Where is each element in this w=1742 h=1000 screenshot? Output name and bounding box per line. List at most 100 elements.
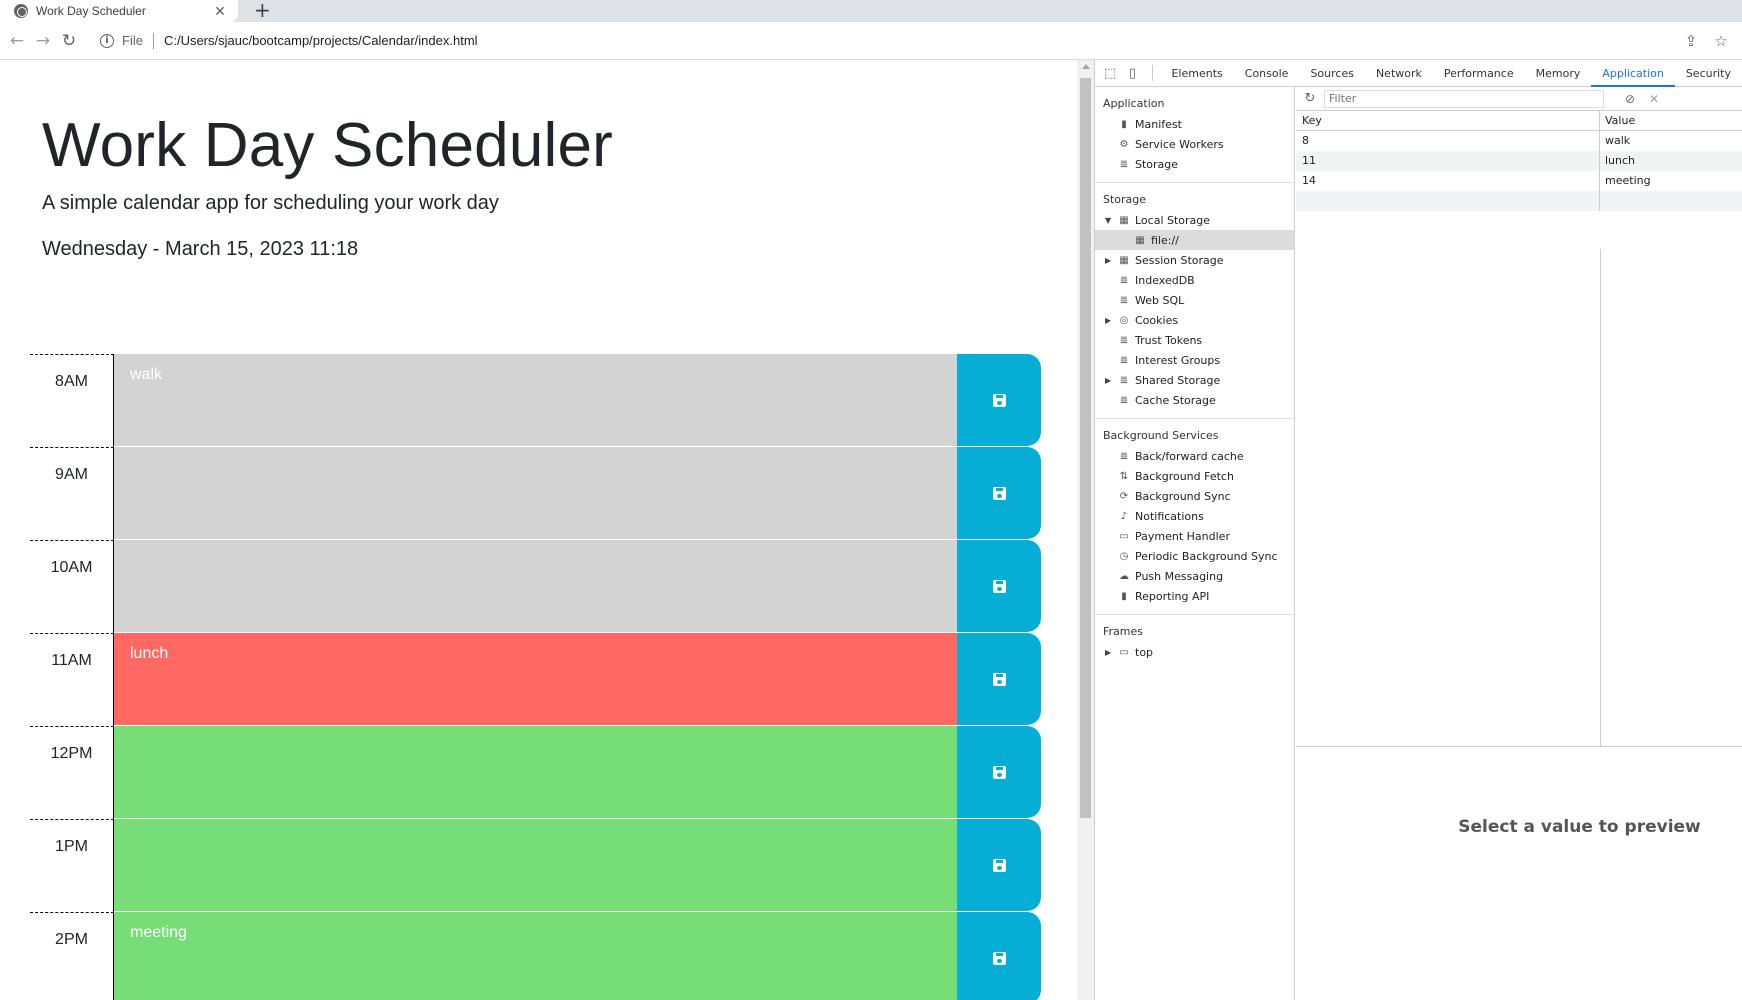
save-button[interactable] [957, 819, 1041, 911]
key-column-header[interactable]: Key [1296, 111, 1600, 130]
event-description[interactable] [114, 726, 957, 819]
scroll-up-icon[interactable] [1082, 64, 1090, 69]
expanded-triangle-icon[interactable]: ▼ [1105, 216, 1115, 225]
save-button[interactable] [957, 540, 1041, 632]
sidebar-item-local-storage[interactable]: ▼ ▦ Local Storage [1095, 210, 1294, 230]
sidebar-item-trust-tokens[interactable]: ≣ Trust Tokens [1095, 330, 1294, 350]
table-row[interactable]: 14 meeting [1296, 171, 1742, 191]
bookmark-star-icon[interactable]: ☆ [1706, 32, 1736, 50]
table-row[interactable]: 11 lunch [1296, 151, 1742, 171]
sidebar-item-shared-storage[interactable]: ▶ ≣ Shared Storage [1095, 370, 1294, 390]
page-title: Work Day Scheduler [42, 111, 614, 180]
event-description[interactable] [114, 447, 957, 540]
address-bar[interactable]: i File C:/Users/sjauc/bootcamp/projects/… [100, 26, 1676, 56]
collapsed-triangle-icon[interactable]: ▶ [1105, 256, 1115, 265]
devtools-tab-application[interactable]: Application [1591, 60, 1675, 87]
reload-icon[interactable]: ↻ [56, 31, 82, 51]
event-description[interactable]: lunch [114, 633, 957, 726]
sidebar-item-background-sync[interactable]: ⟳ Background Sync [1095, 486, 1294, 506]
hour-label: 1PM [30, 819, 114, 912]
clear-all-icon[interactable]: ⊘ [1616, 92, 1644, 106]
url-text[interactable]: C:/Users/sjauc/bootcamp/projects/Calenda… [164, 33, 478, 48]
event-description[interactable]: meeting [114, 912, 957, 1000]
sidebar-item-file-origin[interactable]: ▦ file:// [1095, 230, 1294, 250]
save-icon [992, 393, 1006, 407]
sidebar-item-reporting-api[interactable]: ▮ Reporting API [1095, 586, 1294, 606]
sidebar-item-manifest[interactable]: ▮ Manifest [1095, 114, 1294, 134]
collapsed-triangle-icon[interactable]: ▶ [1105, 376, 1115, 385]
devtools-tab[interactable]: Sources [1299, 60, 1365, 87]
time-block: 12PM [30, 726, 1041, 819]
forward-arrow-icon[interactable]: → [30, 31, 56, 51]
devtools-tab[interactable]: Security [1675, 60, 1742, 87]
section-heading: Application [1103, 97, 1165, 110]
sidebar-item-push-messaging[interactable]: ☁ Push Messaging [1095, 566, 1294, 586]
table-row-empty[interactable] [1296, 191, 1742, 211]
devtools-tab[interactable]: Console [1234, 60, 1300, 87]
event-description[interactable] [114, 819, 957, 912]
close-tab-icon[interactable]: ✕ [210, 3, 230, 20]
sidebar-item-label: Interest Groups [1135, 353, 1221, 367]
refresh-icon[interactable]: ↻ [1296, 91, 1324, 106]
time-block: 10AM [30, 540, 1041, 633]
page-scrollbar[interactable] [1077, 60, 1094, 1000]
save-button[interactable] [957, 354, 1041, 446]
value-cell [1600, 191, 1742, 211]
delete-selected-icon[interactable]: ✕ [1644, 92, 1664, 106]
save-button[interactable] [957, 726, 1041, 818]
background-services-section: Background Services ≣ Back/forward cache … [1095, 419, 1294, 615]
value-cell: walk [1605, 134, 1631, 147]
database-icon: ≣ [1119, 158, 1129, 170]
hour-label: 10AM [30, 540, 114, 633]
sidebar-item-frame-top[interactable]: ▶ ▭ top [1095, 642, 1294, 662]
cookie-icon: ◎ [1119, 314, 1129, 326]
save-button[interactable] [957, 447, 1041, 539]
share-icon[interactable]: ⇪ [1676, 32, 1706, 50]
value-cell: lunch [1605, 154, 1636, 167]
devtools-tab[interactable]: Elements [1160, 60, 1233, 87]
sidebar-item-interest-groups[interactable]: ≣ Interest Groups [1095, 350, 1294, 370]
back-arrow-icon[interactable]: ← [4, 31, 30, 51]
sidebar-item-web-sql[interactable]: ≣ Web SQL [1095, 290, 1294, 310]
save-button[interactable] [957, 633, 1041, 725]
save-button[interactable] [957, 912, 1041, 1000]
devtools-tab[interactable]: Network [1365, 60, 1433, 87]
sidebar-item-indexeddb[interactable]: ≣ IndexedDB [1095, 270, 1294, 290]
sidebar-item-payment-handler[interactable]: ▭ Payment Handler [1095, 526, 1294, 546]
sidebar-item-cookies[interactable]: ▶ ◎ Cookies [1095, 310, 1294, 330]
storage-toolbar: ↻ ⊘ ✕ [1296, 87, 1742, 111]
collapsed-triangle-icon[interactable]: ▶ [1105, 316, 1115, 325]
save-icon [992, 672, 1006, 686]
save-icon [992, 579, 1006, 593]
event-description[interactable]: walk [114, 354, 957, 447]
collapsed-triangle-icon[interactable]: ▶ [1105, 648, 1115, 657]
filter-input[interactable] [1324, 89, 1604, 108]
sidebar-item-storage[interactable]: ≣ Storage [1095, 154, 1294, 174]
devtools-tab[interactable]: Memory [1525, 60, 1592, 87]
device-toolbar-icon[interactable]: ▯ [1121, 66, 1143, 81]
inspect-element-icon[interactable]: ⬚ [1099, 66, 1121, 81]
info-icon[interactable]: i [100, 33, 114, 48]
database-icon: ≣ [1119, 354, 1129, 366]
table-row[interactable]: 8 walk [1296, 131, 1742, 151]
sidebar-item-label: Shared Storage [1135, 373, 1221, 387]
sidebar-item-background-fetch[interactable]: ⇅ Background Fetch [1095, 466, 1294, 486]
key-cell: 11 [1296, 151, 1600, 171]
scrollbar-thumb[interactable] [1080, 78, 1091, 818]
window-icon: ▭ [1119, 646, 1129, 658]
sidebar-item-session-storage[interactable]: ▶ ▦ Session Storage [1095, 250, 1294, 270]
sidebar-item-label: Push Messaging [1135, 569, 1224, 583]
sidebar-item-label: Storage [1135, 157, 1179, 171]
sidebar-item-label: Session Storage [1135, 253, 1224, 267]
sidebar-item-notifications[interactable]: ♪ Notifications [1095, 506, 1294, 526]
sidebar-item-label: Background Sync [1135, 489, 1231, 503]
value-column-header[interactable]: Value [1600, 111, 1742, 130]
sidebar-item-bfcache[interactable]: ≣ Back/forward cache [1095, 446, 1294, 466]
sidebar-item-cache-storage[interactable]: ≣ Cache Storage [1095, 390, 1294, 410]
event-description[interactable] [114, 540, 957, 633]
sidebar-item-service-workers[interactable]: ⚙ Service Workers [1095, 134, 1294, 154]
browser-tab[interactable]: Work Day Scheduler ✕ [0, 0, 238, 22]
sidebar-item-periodic-sync[interactable]: ◷ Periodic Background Sync [1095, 546, 1294, 566]
devtools-tab[interactable]: Performance [1433, 60, 1525, 87]
new-tab-button[interactable]: + [254, 0, 271, 22]
